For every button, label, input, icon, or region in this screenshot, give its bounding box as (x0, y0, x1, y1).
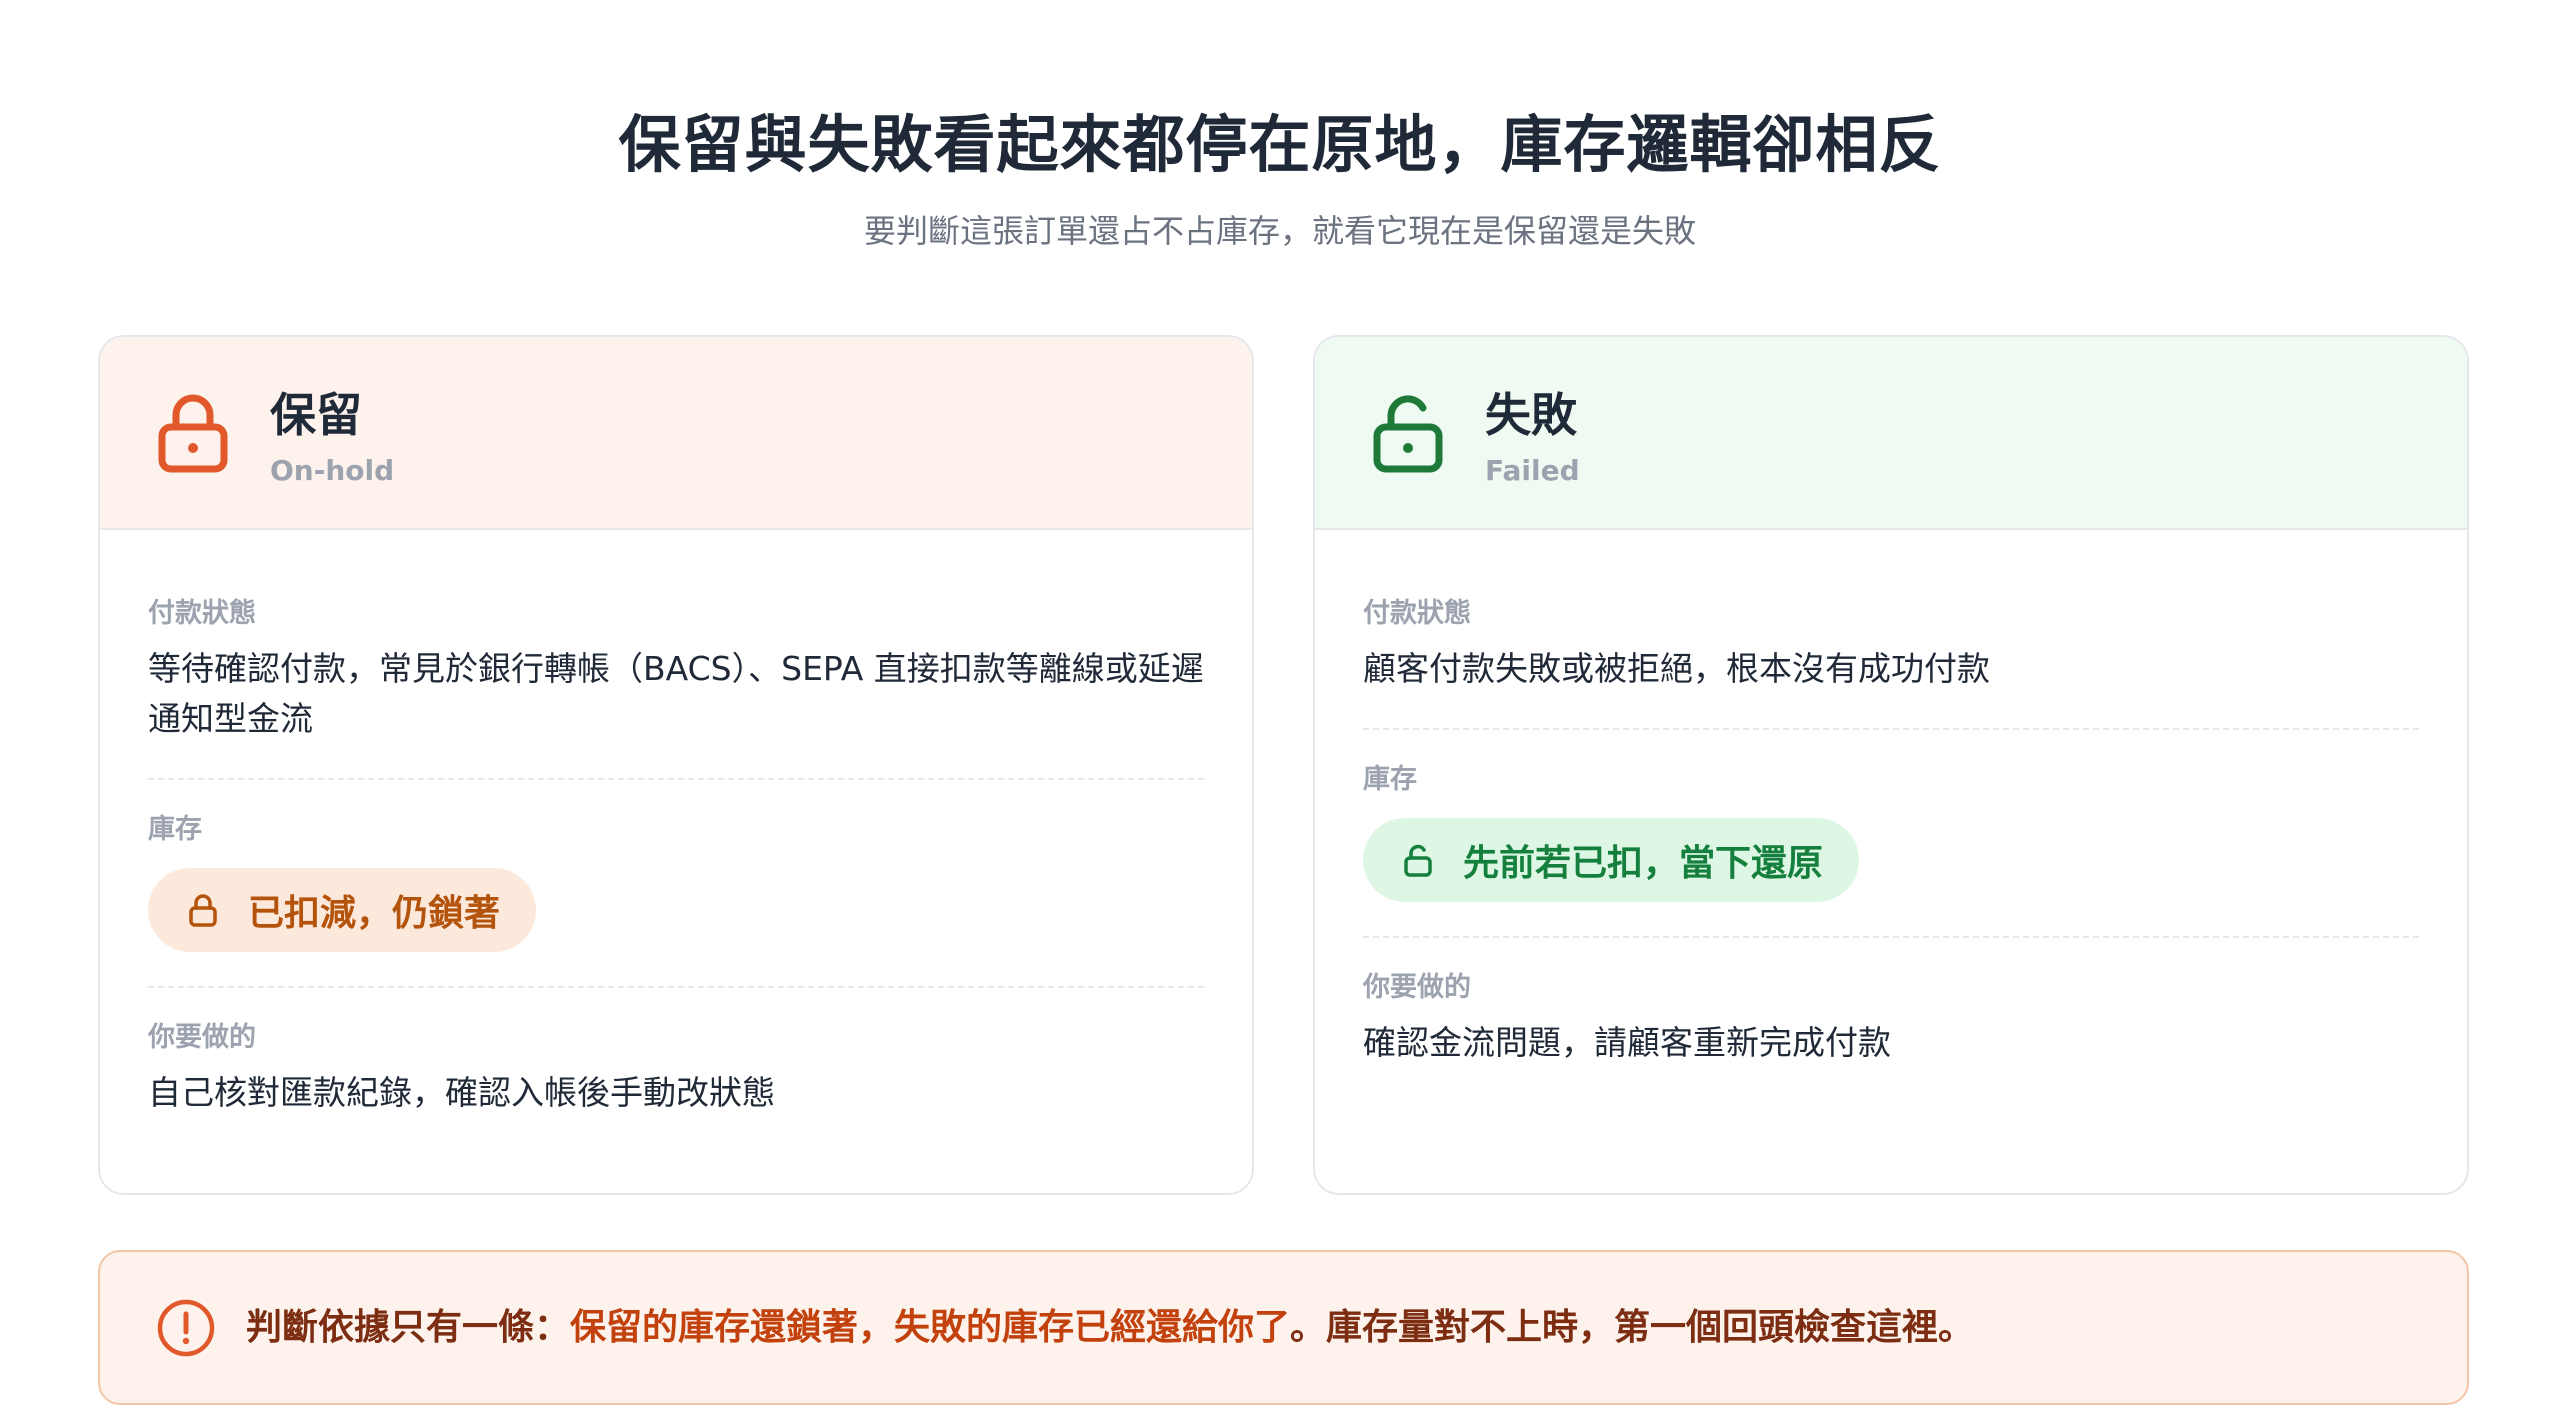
card-subtitle: On-hold (270, 454, 395, 487)
action-label: 你要做的 (148, 1022, 256, 1053)
divider (1363, 728, 2419, 730)
stock-status-text: 已扣減，仍鎖著 (248, 893, 501, 934)
failed-card-body: 付款狀態 顧客付款失敗或被拒絕，根本沒有成功付款 庫存 先前若已扣，當下還原 你… (1315, 530, 2467, 1068)
action-label: 你要做的 (1363, 972, 1471, 1003)
payment-status-text: 等待確認付款，常見於銀行轉帳（BACS）、SEPA 直接扣款等離線或延遲通知型金… (148, 649, 1204, 738)
on-hold-card: 保留 On-hold 付款狀態 等待確認付款，常見於銀行轉帳（BACS）、SEP… (98, 335, 1254, 1195)
callout-text: 判斷依據只有一條：保留的庫存還鎖著，失敗的庫存已經還給你了。庫存量對不上時，第一… (246, 1303, 1974, 1353)
alert-circle-icon (157, 1299, 215, 1356)
lock-closed-icon (189, 894, 217, 927)
stock-status-text: 先前若已扣，當下還原 (1463, 843, 1824, 884)
page-subtitle: 要判斷這張訂單還占不占庫存，就看它現在是保留還是失敗 (863, 212, 1696, 250)
card-subtitle: Failed (1485, 454, 1580, 487)
callout-suffix: 。庫存量對不上時，第一個回頭檢查這裡。 (1290, 1306, 1975, 1348)
summary-callout: 判斷依據只有一條：保留的庫存還鎖著，失敗的庫存已經還給你了。庫存量對不上時，第一… (98, 1250, 2469, 1405)
action-text: 確認金流問題，請顧客重新完成付款 (1363, 1023, 1891, 1062)
card-title: 失敗 (1485, 388, 1577, 442)
on-hold-card-body: 付款狀態 等待確認付款，常見於銀行轉帳（BACS）、SEPA 直接扣款等離線或延… (100, 530, 1252, 1118)
lock-open-icon (1404, 844, 1432, 877)
lock-open-icon (1373, 395, 1443, 473)
lock-closed-icon (158, 394, 228, 473)
callout-highlight: 保留的庫存還鎖著，失敗的庫存已經還給你了 (570, 1306, 1291, 1348)
failed-card-header: 失敗 Failed (1315, 337, 2467, 530)
payment-status-text: 顧客付款失敗或被拒絕，根本沒有成功付款 (1363, 649, 1990, 688)
action-text: 自己核對匯款紀錄，確認入帳後手動改狀態 (148, 1073, 775, 1112)
failed-card: 失敗 Failed 付款狀態 顧客付款失敗或被拒絕，根本沒有成功付款 庫存 先前… (1313, 335, 2469, 1195)
payment-status-label: 付款狀態 (148, 598, 256, 629)
stock-label: 庫存 (1363, 764, 1417, 795)
divider (1363, 936, 2419, 938)
stock-label: 庫存 (148, 814, 202, 845)
divider (148, 986, 1204, 988)
card-title: 保留 (270, 388, 362, 442)
on-hold-card-header: 保留 On-hold (100, 337, 1252, 530)
page-title: 保留與失敗看起來都停在原地，庫存邏輯卻相反 (618, 108, 1942, 181)
payment-status-label: 付款狀態 (1363, 598, 1471, 629)
divider (148, 778, 1204, 780)
callout-prefix: 判斷依據只有一條： (246, 1306, 571, 1348)
stock-status-badge: 先前若已扣，當下還原 (1363, 818, 1860, 902)
stock-status-badge: 已扣減，仍鎖著 (148, 868, 537, 952)
